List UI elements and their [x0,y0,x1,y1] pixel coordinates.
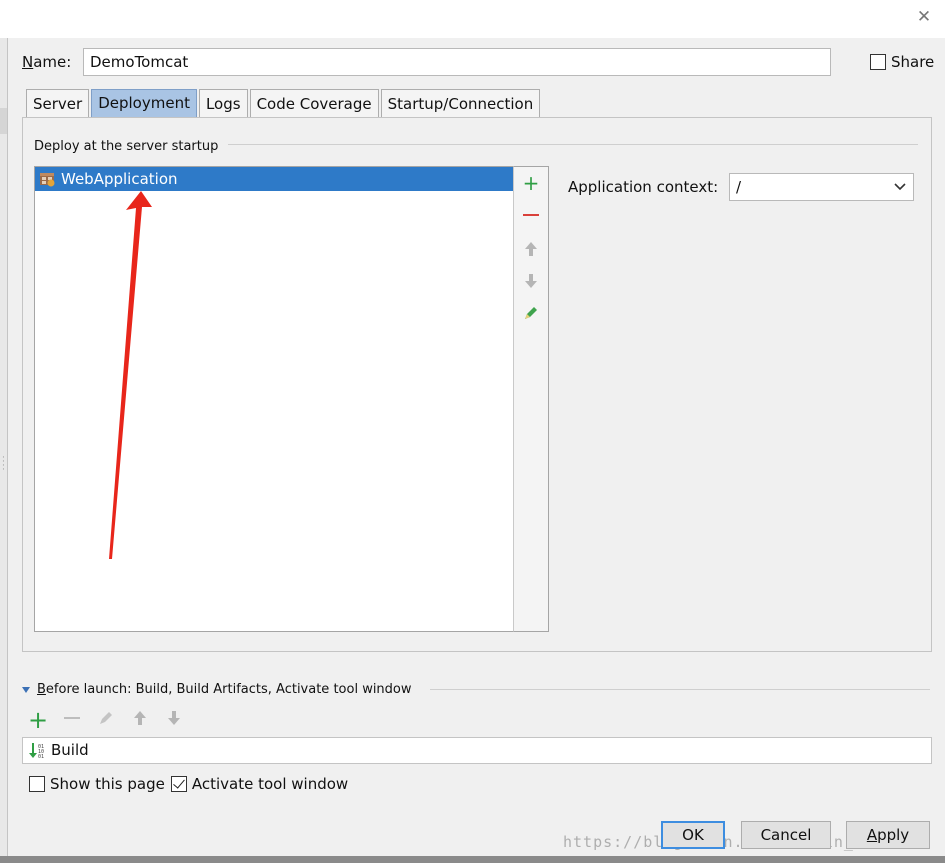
before-launch-divider [430,689,930,690]
share-checkbox-row[interactable]: Share [870,53,934,71]
share-label: Share [891,53,935,71]
deployment-toolbar: + [513,166,549,632]
build-icon: 01 10 01 [29,743,44,760]
add-icon[interactable]: + [521,173,541,193]
left-tree-edge: · · · · [0,38,8,856]
cancel-button[interactable]: Cancel [741,821,831,849]
close-icon[interactable]: ✕ [915,8,933,26]
config-tabs: Server Deployment Logs Code Coverage Sta… [26,89,542,118]
artifact-icon [40,173,55,187]
deployment-panel: Deploy at the server startup WebApplicat… [22,117,932,652]
deploy-section-title: Deploy at the server startup [34,139,227,154]
move-down-icon[interactable] [521,271,541,291]
section-divider [228,144,918,145]
deployment-list[interactable]: WebApplication [34,166,514,632]
before-launch-header[interactable]: Before launch: Build, Build Artifacts, A… [22,682,412,697]
tab-code-coverage[interactable]: Code Coverage [249,89,379,118]
application-context-combo[interactable]: / [729,173,914,201]
add-icon[interactable]: + [28,706,48,734]
remove-icon[interactable] [521,205,541,225]
options-row: Show this page Activate tool window [29,775,354,793]
splitter-grip[interactable]: · · · · [2,454,5,475]
collapse-triangle-icon[interactable] [22,686,30,693]
tab-server[interactable]: Server [26,89,90,118]
move-down-icon[interactable] [164,708,184,733]
application-context-value: / [736,178,742,196]
remove-icon[interactable] [62,708,82,733]
tab-logs[interactable]: Logs [198,89,248,118]
list-item[interactable]: WebApplication [35,167,513,191]
tree-selection-stub [0,108,7,134]
task-row[interactable]: 01 10 01 Build [22,737,932,764]
show-page-checkbox[interactable] [29,776,45,792]
name-label: Name: [22,53,72,71]
edit-icon[interactable] [521,303,541,323]
share-checkbox[interactable] [870,54,886,70]
svg-text:01: 01 [38,754,44,760]
name-field[interactable]: DemoTomcat [83,48,831,76]
application-context-label: Application context: [568,178,719,196]
show-page-label: Show this page [50,775,165,793]
edit-icon[interactable] [96,708,116,733]
chevron-down-icon[interactable] [893,174,907,209]
deployment-item-label: WebApplication [61,170,178,188]
before-launch-label: Before launch: Build, Build Artifacts, A… [37,682,412,697]
move-up-icon[interactable] [521,239,541,259]
activate-tool-window-checkbox[interactable] [170,776,187,792]
bottom-edge [0,856,945,863]
ok-button[interactable]: OK [661,821,725,849]
tab-startup-connection[interactable]: Startup/Connection [380,89,541,118]
apply-button[interactable]: Apply [846,821,930,849]
move-up-icon[interactable] [130,708,150,733]
task-label: Build [51,741,89,759]
title-bar: ✕ [0,0,945,38]
before-launch-toolbar: + [28,706,184,734]
tab-deployment[interactable]: Deployment [91,89,197,118]
activate-tool-window-label: Activate tool window [191,775,349,793]
